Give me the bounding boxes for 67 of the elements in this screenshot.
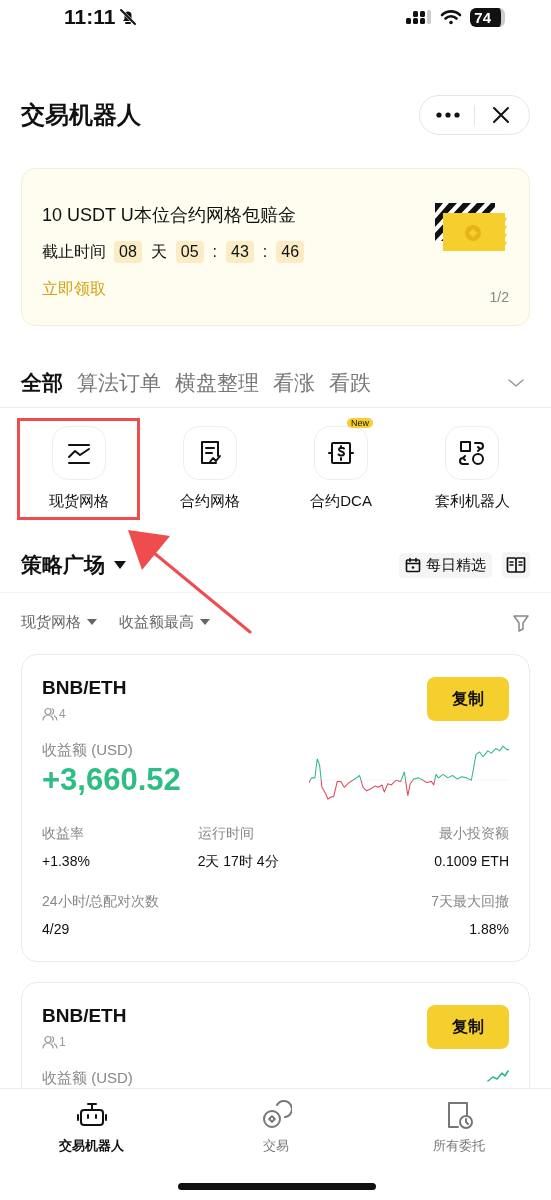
users-icon — [42, 1035, 58, 1049]
users-icon — [42, 707, 58, 721]
stat-label: 收益率 — [42, 825, 85, 843]
pair-name: BNB/ETH — [42, 677, 127, 699]
sort-dropdown[interactable]: 现货网格 — [21, 613, 97, 632]
countdown-digit: 46 — [276, 241, 305, 263]
countdown-unit: 天 — [149, 241, 168, 262]
banner-title: 10 USDT U本位合约网格包赔金 — [42, 204, 297, 227]
copy-button[interactable]: 复制 — [427, 1005, 509, 1049]
filter-tab[interactable]: 横盘整理 — [175, 368, 259, 397]
nav-tab[interactable]: 交易机器人 — [0, 1099, 184, 1167]
close-icon — [492, 106, 510, 124]
category-item[interactable]: 合约网格 — [148, 418, 272, 520]
countdown-unit: : — [211, 243, 219, 261]
follower-count: 1 — [42, 1035, 127, 1049]
wifi-icon — [440, 9, 463, 25]
bell-slash-icon — [119, 8, 138, 26]
daily-pick-button[interactable]: 每日精选 — [399, 552, 492, 578]
stat-label: 24小时/总配对次数 — [42, 893, 161, 911]
more-icon — [436, 112, 460, 118]
promo-banner[interactable]: 10 USDT U本位合约网格包赔金 截止时间 08 天 05 : 43 : 46 立即领取 1/2 — [21, 168, 530, 326]
filter-tab[interactable]: 看涨 — [273, 368, 315, 397]
deadline-label: 截止时间 — [42, 241, 106, 262]
new-badge: New — [347, 418, 374, 428]
signal-icon — [406, 9, 433, 25]
profit-label: 收益额 (USD) — [42, 741, 134, 760]
section-dropdown[interactable]: 策略广场 — [21, 551, 127, 579]
sparkline — [487, 1069, 509, 1083]
stat-value: 0.1009 ETH — [433, 853, 509, 869]
chevron-down-icon[interactable] — [507, 377, 525, 388]
caret-icon — [113, 560, 127, 570]
follower-count: 4 — [42, 707, 127, 721]
battery-icon: 74 — [470, 7, 505, 27]
stat-label: 最小投资额 — [438, 825, 509, 843]
page-title: 交易机器人 — [21, 100, 141, 130]
sort-dropdown[interactable]: 收益额最高 — [119, 613, 210, 632]
category-item[interactable]: 套利机器人 — [410, 418, 534, 520]
profit-label: 收益额 (USD) — [42, 1069, 133, 1088]
nav-tab[interactable]: 所有委托 — [367, 1099, 551, 1167]
countdown-digit: 43 — [226, 241, 254, 263]
countdown-digit: 05 — [175, 241, 204, 263]
filter-tab[interactable]: 全部 — [21, 368, 63, 397]
nav-tab[interactable]: 交易 — [183, 1099, 368, 1167]
filter-tab[interactable]: 算法订单 — [77, 368, 161, 397]
strategy-card[interactable]: BNB/ETH 4 复制 收益额 (USD) +3,660.52 收益率 +1.38% 运行时间 2天 17时 4分 最小投资额 0.1009 ETH 24小时/总配对次数 4/29 7天最大回撤 1.88% — [21, 654, 530, 962]
countdown-digit: 08 — [114, 241, 142, 263]
calendar-icon — [405, 557, 421, 573]
stat-value: 1.88% — [468, 921, 509, 937]
countdown-unit: : — [261, 243, 269, 261]
status-time: 11:11 — [64, 5, 116, 29]
guide-button[interactable] — [502, 552, 530, 578]
caret-icon — [87, 619, 97, 626]
category-item[interactable]: New 合约DCA — [279, 418, 403, 520]
category-item[interactable]: 现货网格 — [17, 418, 141, 520]
filter-tab[interactable]: 看跌 — [329, 368, 371, 397]
book-icon — [506, 556, 526, 574]
stat-label: 运行时间 — [197, 825, 255, 843]
stat-value: 4/29 — [42, 921, 71, 937]
copy-button[interactable]: 复制 — [427, 677, 509, 721]
stat-value: 2天 17时 4分 — [197, 853, 280, 871]
pair-name: BNB/ETH — [42, 1005, 127, 1027]
stat-label: 7天最大回撤 — [430, 893, 509, 911]
page-indicator: 1/2 — [489, 289, 509, 305]
filter-icon[interactable] — [512, 613, 530, 632]
caret-icon — [200, 619, 210, 626]
profit-value: +3,660.52 — [42, 762, 181, 798]
stat-value: +1.38% — [42, 853, 91, 869]
